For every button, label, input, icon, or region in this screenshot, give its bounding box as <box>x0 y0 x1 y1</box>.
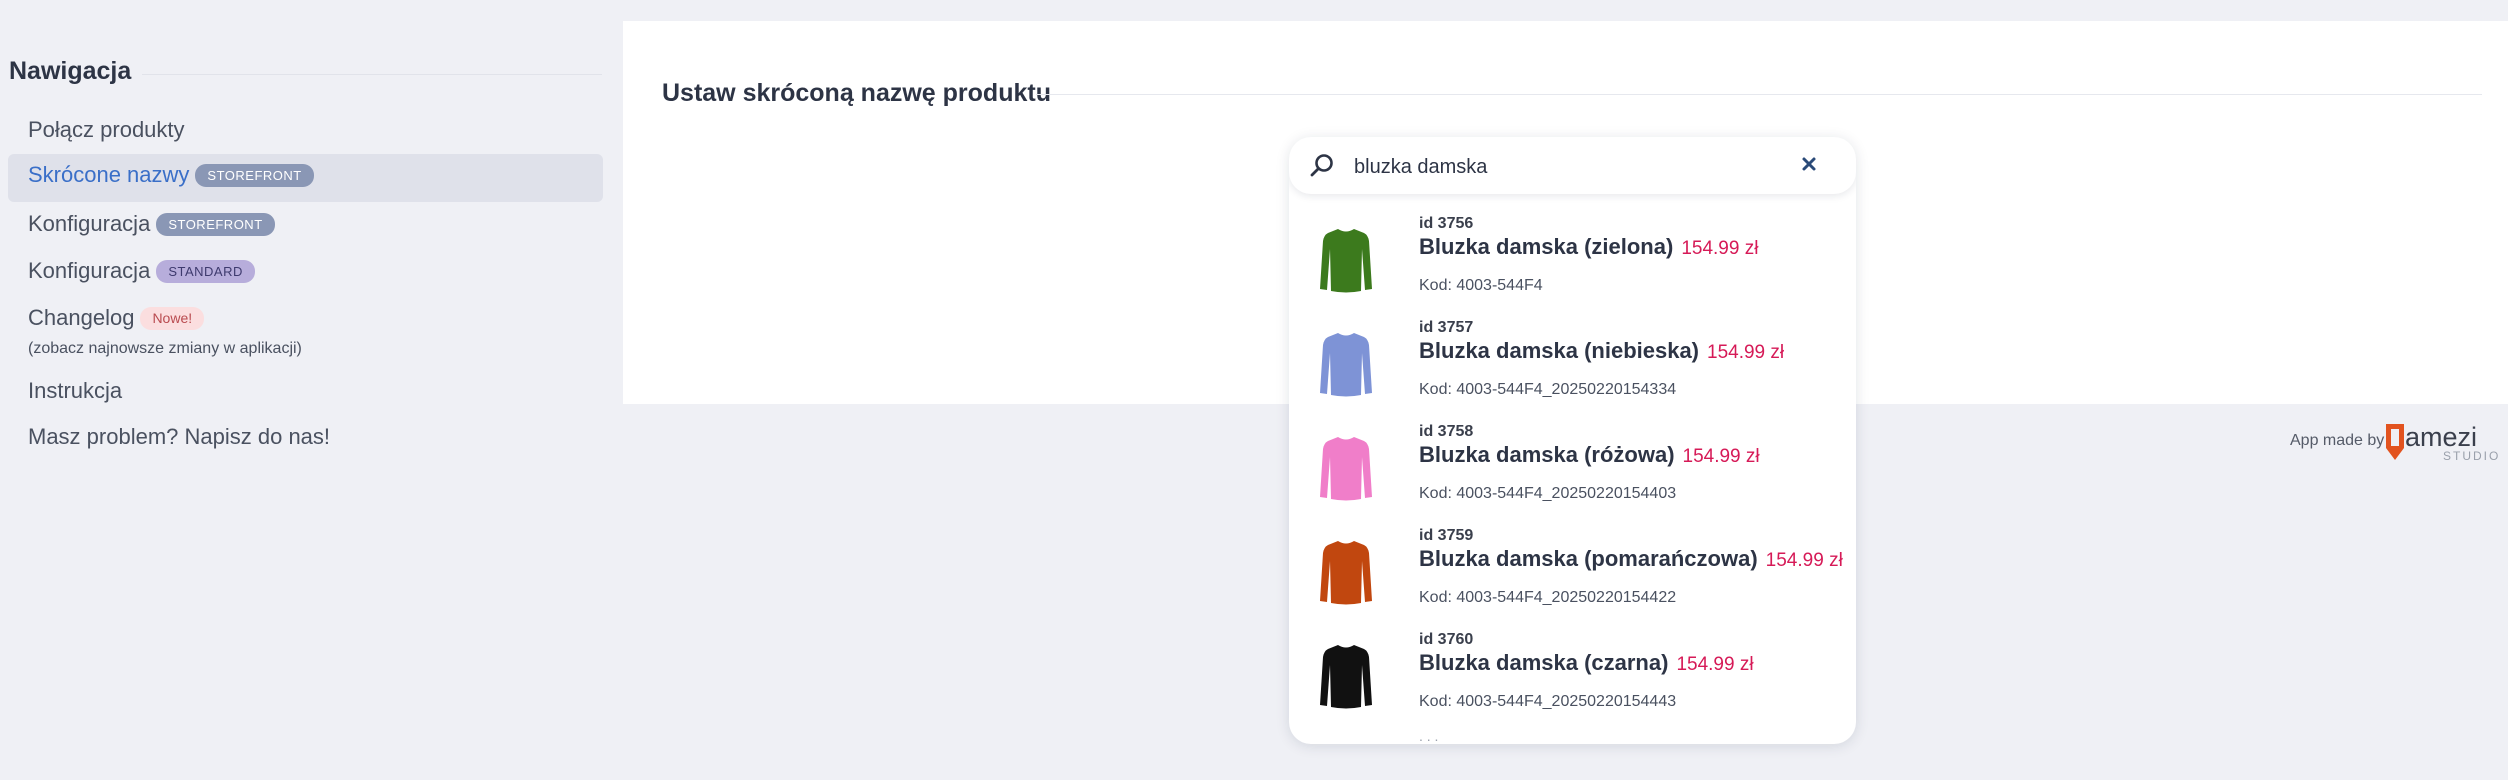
logo-subtext: STUDIO <box>2443 449 2500 463</box>
shirt-shape <box>1320 229 1372 293</box>
sidebar-item-label: Changelog <box>28 305 135 330</box>
logo-pin-mark <box>2386 424 2404 460</box>
sidebar-item-label: Połącz produkty <box>28 117 185 142</box>
product-search-dropdown: id 3756 Bluzka damska (zielona) 154.99 zł… <box>1289 137 1856 744</box>
shirt-shape <box>1320 541 1372 605</box>
result-name: Bluzka damska (różowa) 154.99 zł <box>1419 442 1760 468</box>
amezi-logo: amezi STUDIO <box>2386 422 2500 463</box>
sidebar-item-changelog[interactable]: Changelog Nowe! <box>28 305 205 331</box>
storefront-badge: STOREFRONT <box>195 163 314 187</box>
search-input[interactable] <box>1352 149 1796 185</box>
close-icon[interactable] <box>1797 152 1821 176</box>
result-id: id 3757 <box>1419 319 1474 336</box>
page-title: Ustaw skróconą nazwę produktu <box>662 79 1051 107</box>
search-result-item[interactable]: id 3760 Bluzka damska (czarna) 154.99 zł … <box>1289 631 1856 735</box>
result-id: id 3760 <box>1419 631 1474 648</box>
search-result-item[interactable]: id 3756 Bluzka damska (zielona) 154.99 zł… <box>1289 215 1856 319</box>
sidebar-item-label: Konfiguracja <box>28 211 151 236</box>
storefront-badge: STOREFRONT <box>156 212 275 236</box>
result-code: Kod: 4003-544F4 <box>1419 277 1543 294</box>
result-name-text: Bluzka damska (czarna) <box>1419 650 1669 675</box>
result-name: Bluzka damska (pomarańczowa) 154.99 zł <box>1419 546 1843 572</box>
search-result-item[interactable]: id 3758 Bluzka damska (różowa) 154.99 zł … <box>1289 423 1856 527</box>
more-results-indicator: . . . <box>1419 728 1439 744</box>
result-id: id 3758 <box>1419 423 1474 440</box>
logo-text: amezi <box>2405 422 2477 452</box>
sidebar-item-instructions[interactable]: Instrukcja <box>28 378 122 404</box>
result-code: Kod: 4003-544F4_20250220154422 <box>1419 589 1677 606</box>
result-code: Kod: 4003-544F4_20250220154443 <box>1419 693 1677 710</box>
result-code: Kod: 4003-544F4_20250220154334 <box>1419 381 1677 398</box>
result-name: Bluzka damska (niebieska) 154.99 zł <box>1419 338 1784 364</box>
result-price: 154.99 zł <box>1682 446 1760 467</box>
shirt-shape <box>1320 333 1372 397</box>
result-name-text: Bluzka damska (niebieska) <box>1419 338 1700 363</box>
result-name: Bluzka damska (czarna) 154.99 zł <box>1419 650 1754 676</box>
sidebar-item-contact[interactable]: Masz problem? Napisz do nas! <box>28 424 330 450</box>
search-result-item[interactable]: id 3757 Bluzka damska (niebieska) 154.99 … <box>1289 319 1856 423</box>
sidebar: Nawigacja Połącz produkty Skrócone nazwy… <box>0 0 612 780</box>
sidebar-item-label: Konfiguracja <box>28 258 151 283</box>
sidebar-item-label: Masz problem? Napisz do nas! <box>28 424 331 449</box>
title-divider <box>1036 94 2482 95</box>
footer-brand[interactable]: App made by amezi STUDIO <box>2290 420 2505 464</box>
search-result-item[interactable]: id 3759 Bluzka damska (pomarańczowa) 154.… <box>1289 527 1856 631</box>
result-name: Bluzka damska (zielona) 154.99 zł <box>1419 234 1758 260</box>
result-id: id 3756 <box>1419 215 1474 232</box>
sidebar-item-label: Instrukcja <box>28 378 123 403</box>
sidebar-item-short-names[interactable]: Skrócone nazwy STOREFRONT <box>28 162 314 188</box>
result-price: 154.99 zł <box>1681 238 1759 259</box>
product-thumbnail <box>1320 333 1372 397</box>
result-price: 154.99 zł <box>1707 342 1785 363</box>
result-name-text: Bluzka damska (pomarańczowa) <box>1419 546 1758 571</box>
shirt-shape <box>1320 437 1372 501</box>
shirt-shape <box>1320 645 1372 709</box>
new-badge: Nowe! <box>140 306 205 330</box>
result-id: id 3759 <box>1419 527 1474 544</box>
product-thumbnail <box>1320 437 1372 501</box>
nav-divider <box>142 74 602 75</box>
sidebar-item-label: Skrócone nazwy <box>28 162 190 187</box>
result-name-text: Bluzka damska (zielona) <box>1419 234 1674 259</box>
search-icon <box>1310 154 1333 177</box>
sidebar-item-connect-products[interactable]: Połącz produkty <box>28 117 185 143</box>
product-thumbnail <box>1320 541 1372 605</box>
result-price: 154.99 zł <box>1676 654 1754 675</box>
standard-badge: STANDARD <box>156 259 255 283</box>
product-thumbnail <box>1320 229 1372 293</box>
search-box <box>1289 137 1856 194</box>
made-by-label: App made by <box>2290 432 2385 449</box>
sidebar-item-config-standard[interactable]: Konfiguracja STANDARD <box>28 258 255 284</box>
result-code: Kod: 4003-544F4_20250220154403 <box>1419 485 1677 502</box>
changelog-subtext: (zobacz najnowsze zmiany w aplikacji) <box>28 340 302 357</box>
result-name-text: Bluzka damska (różowa) <box>1419 442 1675 467</box>
product-thumbnail <box>1320 645 1372 709</box>
sidebar-item-config-storefront[interactable]: Konfiguracja STOREFRONT <box>28 211 275 237</box>
nav-title: Nawigacja <box>9 57 132 85</box>
result-price: 154.99 zł <box>1765 550 1843 571</box>
